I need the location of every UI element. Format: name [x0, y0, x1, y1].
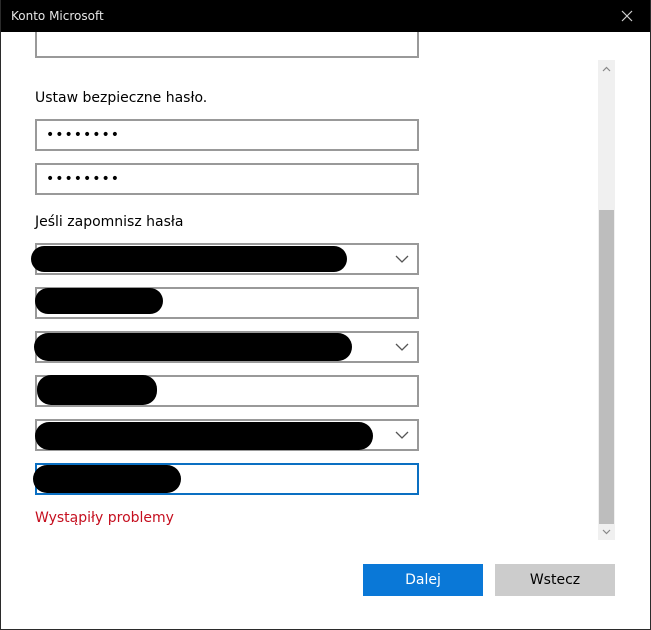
scroll-down-button[interactable]: [598, 523, 615, 540]
microsoft-account-window: Konto Microsoft Ustaw bezpieczne hasło. …: [0, 0, 651, 630]
password-input[interactable]: ••••••••: [35, 119, 419, 151]
scroll-up-button[interactable]: [598, 60, 615, 77]
scroll-up-arrow-icon: [602, 66, 611, 71]
redacted-text: [33, 465, 181, 493]
password-value: ••••••••: [46, 127, 121, 143]
title-bar: Konto Microsoft: [1, 0, 650, 32]
window-title: Konto Microsoft: [11, 9, 104, 23]
confirm-password-input[interactable]: ••••••••: [35, 163, 419, 195]
vertical-scrollbar[interactable]: [598, 60, 615, 540]
redacted-text: [35, 288, 163, 314]
chevron-down-icon: [395, 343, 409, 351]
back-button[interactable]: Wstecz: [495, 564, 615, 596]
password-heading: Ustaw bezpieczne hasło.: [35, 90, 208, 106]
close-icon: [621, 10, 633, 22]
confirm-password-value: ••••••••: [46, 171, 121, 187]
scroll-down-arrow-icon: [602, 529, 611, 534]
error-message: Wystąpiły problemy: [35, 510, 174, 526]
redacted-text: [35, 422, 373, 450]
next-button[interactable]: Dalej: [363, 564, 483, 596]
redacted-text: [37, 375, 157, 405]
close-button[interactable]: [604, 0, 650, 32]
previous-field[interactable]: [35, 32, 419, 58]
chevron-down-icon: [395, 431, 409, 439]
chevron-down-icon: [395, 255, 409, 263]
redacted-text: [34, 333, 352, 361]
redacted-text: [31, 246, 347, 272]
scrollbar-thumb[interactable]: [599, 210, 614, 524]
form-content: Ustaw bezpieczne hasło. •••••••• •••••••…: [1, 32, 650, 552]
recovery-heading: Jeśli zapomnisz hasła: [35, 214, 184, 230]
